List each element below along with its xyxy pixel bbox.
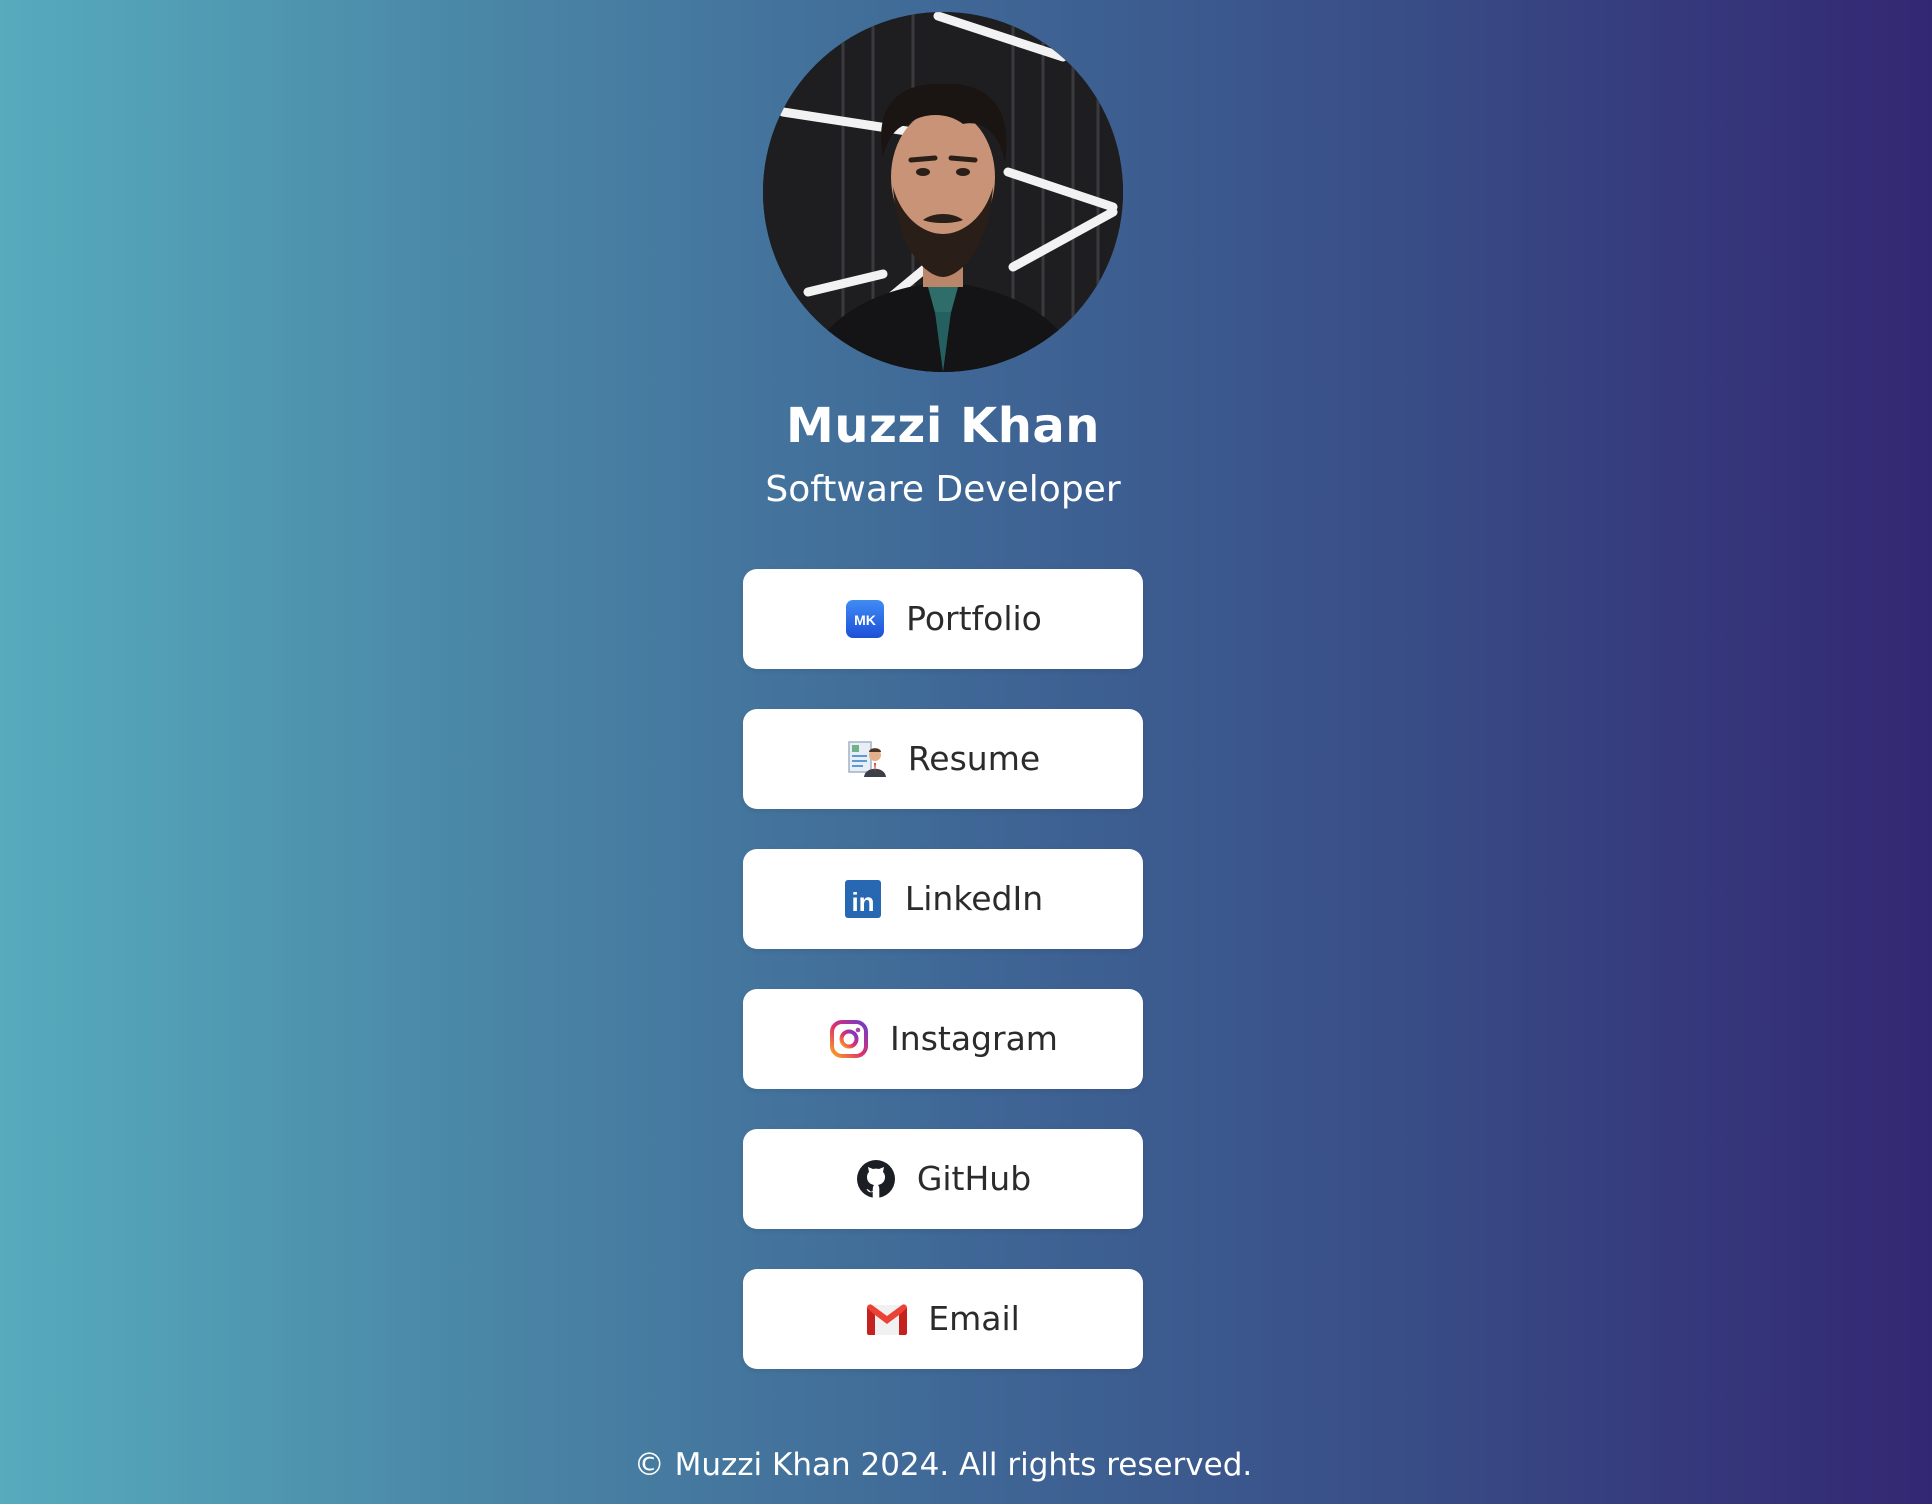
linkedin-link-button[interactable]: in LinkedIn: [743, 849, 1143, 949]
profile-title: Software Developer: [765, 469, 1121, 510]
portfolio-icon-text: MK: [854, 612, 876, 628]
linkedin-link-label: LinkedIn: [904, 879, 1044, 918]
github-link-button[interactable]: GitHub: [743, 1129, 1143, 1229]
github-link-label: GitHub: [916, 1159, 1032, 1198]
resume-icon: [846, 738, 888, 780]
email-link-label: Email: [928, 1299, 1020, 1338]
linkedin-icon-text: in: [851, 887, 874, 917]
avatar: [763, 12, 1123, 372]
link-in-bio-page: Muzzi Khan Software Developer MK Portfol…: [0, 0, 1932, 1504]
profile-name: Muzzi Khan: [786, 398, 1100, 454]
resume-link-button[interactable]: Resume: [743, 709, 1143, 809]
profile-photo: [763, 12, 1123, 372]
email-link-button[interactable]: Email: [743, 1269, 1143, 1369]
resume-link-label: Resume: [907, 739, 1041, 778]
footer-copyright: © Muzzi Khan 2024. All rights reserved.: [633, 1447, 1253, 1483]
instagram-link-label: Instagram: [890, 1019, 1058, 1058]
link-list: MK Portfolio Resume in LinkedIn Instagra…: [743, 569, 1143, 1409]
instagram-link-button[interactable]: Instagram: [743, 989, 1143, 1089]
portfolio-mk-icon: MK: [844, 598, 886, 640]
github-icon: [855, 1158, 897, 1200]
portfolio-link-label: Portfolio: [906, 599, 1042, 638]
linkedin-icon: in: [843, 878, 885, 920]
gmail-icon: [866, 1298, 908, 1340]
portfolio-link-button[interactable]: MK Portfolio: [743, 569, 1143, 669]
instagram-icon: [828, 1018, 870, 1060]
